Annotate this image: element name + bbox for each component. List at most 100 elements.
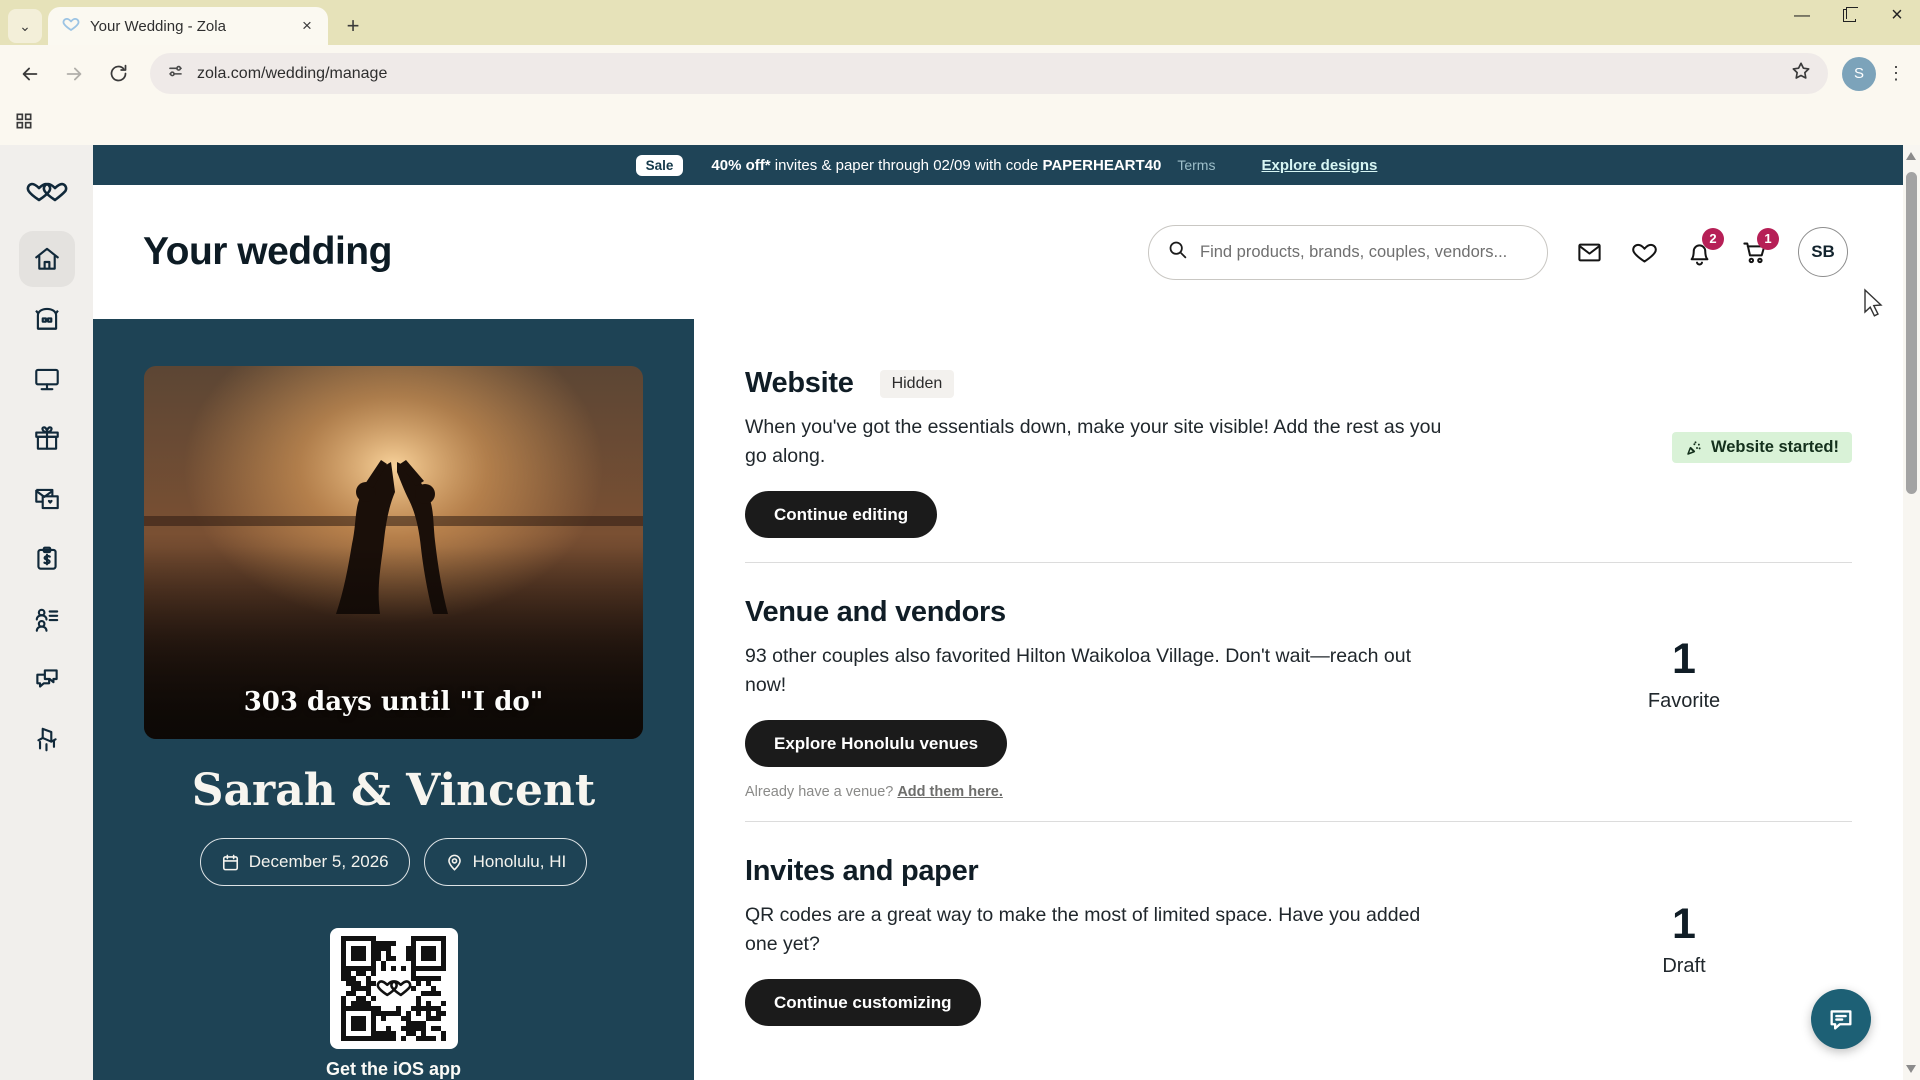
community-chat-icon — [32, 664, 62, 694]
apps-grid-icon[interactable] — [14, 111, 34, 136]
search-input[interactable] — [1200, 243, 1529, 262]
heart-icon — [1631, 239, 1658, 266]
website-started-badge: Website started! — [1672, 432, 1852, 463]
banner-explore-designs-link[interactable]: Explore designs — [1261, 157, 1377, 174]
add-venue-link[interactable]: Add them here. — [897, 784, 1003, 800]
tab-favicon-heart-icon — [62, 15, 80, 38]
wedding-location: Honolulu, HI — [473, 852, 567, 872]
back-button[interactable] — [12, 56, 48, 92]
zola-sidebar — [0, 145, 93, 1080]
forward-button[interactable] — [56, 56, 92, 92]
sidebar-item-venues[interactable] — [19, 291, 75, 347]
banner-terms-link[interactable]: Terms — [1177, 157, 1215, 173]
registry-gift-icon — [32, 424, 62, 454]
couple-names: Sarah & Vincent — [192, 765, 596, 816]
sidebar-item-invites[interactable] — [19, 471, 75, 527]
url-text[interactable]: zola.com/wedding/manage — [197, 65, 1778, 83]
website-hidden-badge: Hidden — [880, 370, 955, 398]
site-info-icon[interactable] — [166, 62, 185, 86]
sidebar-item-guest-list[interactable] — [19, 591, 75, 647]
venue-footnote: Already have a venue? — [745, 784, 893, 800]
cart-count-badge: 1 — [1757, 228, 1779, 250]
refresh-button[interactable] — [100, 56, 136, 92]
invites-envelope-icon — [32, 484, 62, 514]
scrollbar-down-icon[interactable] — [1906, 1065, 1916, 1073]
home-icon — [32, 244, 62, 274]
address-bar[interactable]: zola.com/wedding/manage — [150, 53, 1828, 94]
favorites-button[interactable] — [1631, 239, 1658, 266]
tab-title: Your Wedding - Zola — [90, 18, 286, 35]
banner-promo-code: PAPERHEART40 — [1042, 157, 1161, 174]
explore-venues-button[interactable]: Explore Honolulu venues — [745, 720, 1007, 767]
new-tab-button[interactable]: + — [338, 11, 368, 41]
invites-description: QR codes are a great way to make the mos… — [745, 901, 1455, 959]
zola-hearts-logo[interactable] — [19, 162, 75, 218]
sale-badge: Sale — [636, 155, 684, 176]
sidebar-item-community[interactable] — [19, 651, 75, 707]
site-header: Your wedding — [93, 185, 1920, 319]
window-minimize-button[interactable]: — — [1789, 7, 1815, 25]
sidebar-item-budget[interactable] — [19, 531, 75, 587]
messages-button[interactable] — [1576, 239, 1603, 266]
scrollbar-up-icon[interactable] — [1906, 152, 1916, 160]
invites-section: Invites and paper QR codes are a great w… — [745, 822, 1852, 1080]
wedding-date: December 5, 2026 — [249, 852, 389, 872]
window-restore-button[interactable] — [1843, 9, 1856, 22]
search-bar[interactable] — [1148, 225, 1548, 280]
couple-photo: 303 days until "I do" — [144, 366, 643, 739]
bookmark-star-icon[interactable] — [1790, 60, 1812, 87]
continue-customizing-button[interactable]: Continue customizing — [745, 979, 981, 1026]
notifications-button[interactable]: 2 — [1686, 239, 1713, 266]
get-ios-app-label[interactable]: Get the iOS app — [326, 1059, 461, 1080]
browser-profile-avatar[interactable]: S — [1842, 57, 1876, 91]
browser-window: ⌄ Your Wedding - Zola × + — × — [0, 0, 1920, 1080]
vertical-scrollbar[interactable] — [1903, 145, 1920, 1080]
venue-section: Venue and vendors 93 other couples also … — [745, 563, 1852, 822]
favorites-label: Favorite — [1604, 690, 1764, 713]
website-monitor-icon — [32, 364, 62, 394]
venue-icon — [32, 304, 62, 334]
venue-description: 93 other couples also favorited Hilton W… — [745, 642, 1455, 700]
promo-banner: Sale 40% off* invites & paper through 02… — [93, 145, 1920, 185]
website-started-text: Website started! — [1711, 438, 1839, 457]
continue-editing-button[interactable]: Continue editing — [745, 491, 937, 538]
wedding-date-pill[interactable]: December 5, 2026 — [200, 838, 410, 886]
invites-section-title: Invites and paper — [745, 855, 978, 888]
envelope-icon — [1576, 239, 1603, 266]
scrollbar-thumb[interactable] — [1906, 172, 1917, 494]
sidebar-item-website[interactable] — [19, 351, 75, 407]
budget-clipboard-icon — [32, 544, 62, 574]
wedding-location-pill[interactable]: Honolulu, HI — [424, 838, 588, 886]
favorites-count: 1 — [1604, 635, 1764, 684]
browser-tab[interactable]: Your Wedding - Zola × — [48, 7, 328, 45]
cart-button[interactable]: 1 — [1741, 239, 1768, 266]
sidebar-item-home[interactable] — [19, 231, 75, 287]
notification-count-badge: 2 — [1702, 228, 1724, 250]
calendar-icon — [221, 853, 240, 872]
search-icon — [1167, 239, 1188, 265]
window-close-button[interactable]: × — [1884, 4, 1910, 27]
wedding-hero-panel: 303 days until "I do" Sarah & Vincent De… — [93, 319, 694, 1080]
seating-chair-icon — [32, 724, 62, 754]
countdown-text: 303 days until "I do" — [144, 687, 643, 717]
live-chat-button[interactable] — [1811, 989, 1871, 1049]
tab-close-icon[interactable]: × — [296, 15, 318, 37]
banner-offer-bold: 40% off* — [711, 157, 770, 174]
tab-strip: ⌄ Your Wedding - Zola × + — × — [0, 0, 1920, 45]
page-title: Your wedding — [143, 230, 392, 274]
drafts-stat: 1 Draft — [1604, 900, 1764, 978]
qr-hearts-logo — [376, 975, 412, 1002]
website-description: When you've got the essentials down, mak… — [745, 413, 1455, 471]
bookmarks-bar — [0, 102, 1920, 145]
sidebar-item-registry[interactable] — [19, 411, 75, 467]
ios-app-qr-code — [330, 928, 458, 1049]
guest-list-icon — [32, 604, 62, 634]
venue-section-title: Venue and vendors — [745, 596, 1006, 629]
browser-menu-icon[interactable]: ⋮ — [1884, 63, 1908, 84]
account-avatar[interactable]: SB — [1798, 227, 1848, 277]
website-section-title: Website — [745, 367, 854, 400]
website-section: Website Hidden When you've got the essen… — [745, 319, 1852, 563]
sidebar-item-seating[interactable] — [19, 711, 75, 767]
tab-search-chevron-icon[interactable]: ⌄ — [8, 9, 42, 43]
location-pin-icon — [445, 853, 464, 872]
